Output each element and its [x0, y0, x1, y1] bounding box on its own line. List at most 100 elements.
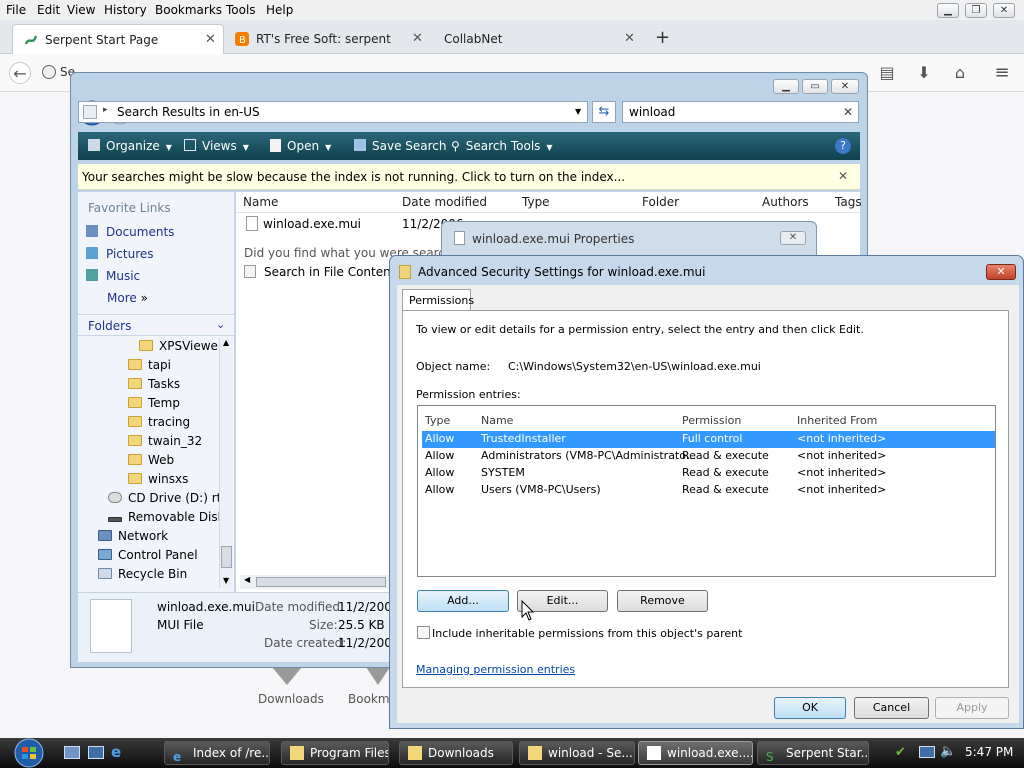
taskbar-item-active[interactable]: winload.exe.... — [638, 741, 753, 765]
refresh-icon[interactable]: ⇆ — [592, 101, 616, 123]
close-tab-icon[interactable]: ✕ — [412, 31, 423, 46]
back-arrow-icon[interactable]: ← — [9, 62, 31, 84]
tree-item[interactable]: tapi — [128, 358, 171, 372]
open-button[interactable]: Open ▼ — [270, 139, 331, 153]
permission-row[interactable]: Allow SYSTEM Read & execute <not inherit… — [422, 465, 995, 482]
column-date-modified[interactable]: Date modified — [402, 195, 487, 209]
tree-item[interactable]: Tasks — [128, 377, 180, 391]
help-icon[interactable]: ? — [835, 138, 851, 154]
show-desktop-icon[interactable] — [64, 746, 80, 759]
tree-item-cd-drive[interactable]: CD Drive (D:) rtl8 — [108, 491, 232, 505]
tree-item[interactable]: XPSViewer — [139, 339, 223, 353]
tree-scrollbar[interactable]: ▲ ▼ — [219, 338, 233, 588]
tab-collabnet[interactable]: CollabNet ✕ — [434, 24, 644, 54]
maximize-button[interactable]: ❐ — [965, 3, 987, 18]
dialog-close-button[interactable]: ✕ — [986, 264, 1016, 280]
permission-row[interactable]: Allow Administrators (VM8-PC\Administrat… — [422, 448, 995, 465]
permission-row-selected[interactable]: Allow TrustedInstaller Full control <not… — [422, 431, 995, 448]
views-button[interactable]: Views ▼ — [184, 139, 249, 153]
properties-close-button[interactable]: ✕ — [780, 231, 806, 245]
menu-edit[interactable]: Edit — [37, 3, 60, 17]
search-tools-button[interactable]: ⚲ Search Tools ▼ — [451, 139, 553, 153]
tree-item[interactable]: tracing — [128, 415, 190, 429]
taskbar-item[interactable]: S Serpent Star... — [757, 741, 869, 765]
address-dropdown-icon[interactable]: ▼ — [575, 107, 581, 116]
tree-item-recycle-bin[interactable]: Recycle Bin — [98, 567, 187, 581]
cancel-button[interactable]: Cancel — [854, 697, 929, 719]
home-icon[interactable]: ⌂ — [949, 62, 971, 84]
column-folder[interactable]: Folder — [642, 195, 679, 209]
close-tab-icon[interactable]: ✕ — [624, 31, 635, 46]
tree-item-removable-disk[interactable]: Removable Disk — [108, 510, 225, 524]
ok-button[interactable]: OK — [774, 697, 846, 719]
explorer-minimize-button[interactable]: ▁ — [773, 79, 799, 94]
clock[interactable]: 5:47 PM — [965, 745, 1013, 759]
start-orb-icon[interactable] — [10, 738, 48, 768]
internet-explorer-icon[interactable]: e — [111, 743, 121, 761]
horizontal-scrollbar[interactable]: ◀ — [240, 575, 390, 589]
scroll-left-icon[interactable]: ◀ — [244, 575, 250, 584]
start-page-downloads[interactable]: Downloads — [258, 692, 324, 706]
managing-permission-entries-link[interactable]: Managing permission entries — [416, 663, 575, 676]
clear-search-icon[interactable]: ✕ — [843, 105, 853, 119]
apply-button[interactable]: Apply — [935, 697, 1009, 719]
scroll-down-icon[interactable]: ▼ — [223, 576, 229, 585]
tree-item-control-panel[interactable]: Control Panel — [98, 548, 198, 562]
permission-entries-list[interactable]: Type Name Permission Inherited From Allo… — [417, 405, 996, 577]
taskbar-item[interactable]: Program Files — [281, 741, 389, 765]
column-type[interactable]: Type — [522, 195, 550, 209]
download-icon[interactable]: ⬇ — [913, 62, 935, 84]
menu-file[interactable]: File — [6, 3, 26, 17]
tree-item[interactable]: twain_32 — [128, 434, 202, 448]
menu-view[interactable]: View — [67, 3, 95, 17]
column-type[interactable]: Type — [425, 414, 450, 427]
organize-button[interactable]: Organize ▼ — [88, 139, 172, 153]
explorer-maximize-button[interactable]: ▭ — [802, 79, 828, 94]
favorite-link-pictures[interactable]: Pictures — [86, 247, 154, 261]
tab-permissions[interactable]: Permissions — [402, 289, 474, 311]
index-infobar[interactable]: Your searches might be slow because the … — [78, 164, 860, 190]
close-button[interactable]: ✕ — [993, 3, 1015, 18]
tab-serpent-start-page[interactable]: Serpent Start Page ✕ — [12, 24, 224, 54]
scroll-thumb[interactable] — [221, 546, 232, 568]
column-name[interactable]: Name — [243, 195, 278, 209]
explorer-close-button[interactable]: ✕ — [831, 79, 859, 94]
tree-item-network[interactable]: Network — [98, 529, 168, 543]
security-tray-icon[interactable]: ✔ — [895, 745, 906, 760]
include-inheritable-checkbox[interactable] — [417, 626, 430, 639]
tree-item[interactable]: Web — [128, 453, 174, 467]
menu-help[interactable]: Help — [266, 3, 293, 17]
save-search-button[interactable]: Save Search — [354, 139, 447, 153]
column-tags[interactable]: Tags — [835, 195, 862, 209]
search-in-file-contents-link[interactable]: Search in File Contents — [244, 265, 402, 279]
menu-tools[interactable]: Tools — [226, 3, 256, 17]
column-authors[interactable]: Authors — [762, 195, 809, 209]
taskbar-item[interactable]: e Index of /re... — [164, 741, 270, 765]
minimize-button[interactable]: ▁ — [937, 3, 959, 18]
taskbar-item[interactable]: winload - Se... — [519, 741, 635, 765]
h-scroll-thumb[interactable] — [256, 577, 386, 587]
hamburger-menu-icon[interactable]: ≡ — [991, 62, 1013, 84]
tree-item[interactable]: winsxs — [128, 472, 188, 486]
column-inherited-from[interactable]: Inherited From — [797, 414, 877, 427]
menu-history[interactable]: History — [104, 3, 147, 17]
column-name[interactable]: Name — [481, 414, 513, 427]
favorite-link-documents[interactable]: Documents — [86, 225, 174, 239]
taskbar-item[interactable]: Downloads — [399, 741, 513, 765]
switch-windows-icon[interactable] — [88, 746, 104, 759]
close-tab-icon[interactable]: ✕ — [205, 32, 216, 47]
favorite-link-music[interactable]: Music — [86, 269, 140, 283]
explorer-search-input[interactable]: winload ✕ — [622, 101, 859, 123]
tab-rt-free-soft[interactable]: B RT's Free Soft: serpent ✕ — [224, 24, 434, 54]
explorer-address-bar[interactable]: ▸ Search Results in en-US ▼ — [78, 101, 588, 123]
menu-bookmarks[interactable]: Bookmarks — [155, 3, 222, 17]
bookmarks-list-icon[interactable]: ▤ — [876, 62, 898, 84]
permission-row[interactable]: Allow Users (VM8-PC\Users) Read & execut… — [422, 482, 995, 499]
column-permission[interactable]: Permission — [682, 414, 741, 427]
tree-item[interactable]: Temp — [128, 396, 180, 410]
scroll-up-icon[interactable]: ▲ — [223, 338, 229, 347]
add-button[interactable]: Add... — [417, 590, 509, 612]
new-tab-button[interactable]: + — [655, 27, 670, 48]
more-links[interactable]: More » — [107, 291, 148, 305]
network-tray-icon[interactable] — [919, 746, 935, 758]
